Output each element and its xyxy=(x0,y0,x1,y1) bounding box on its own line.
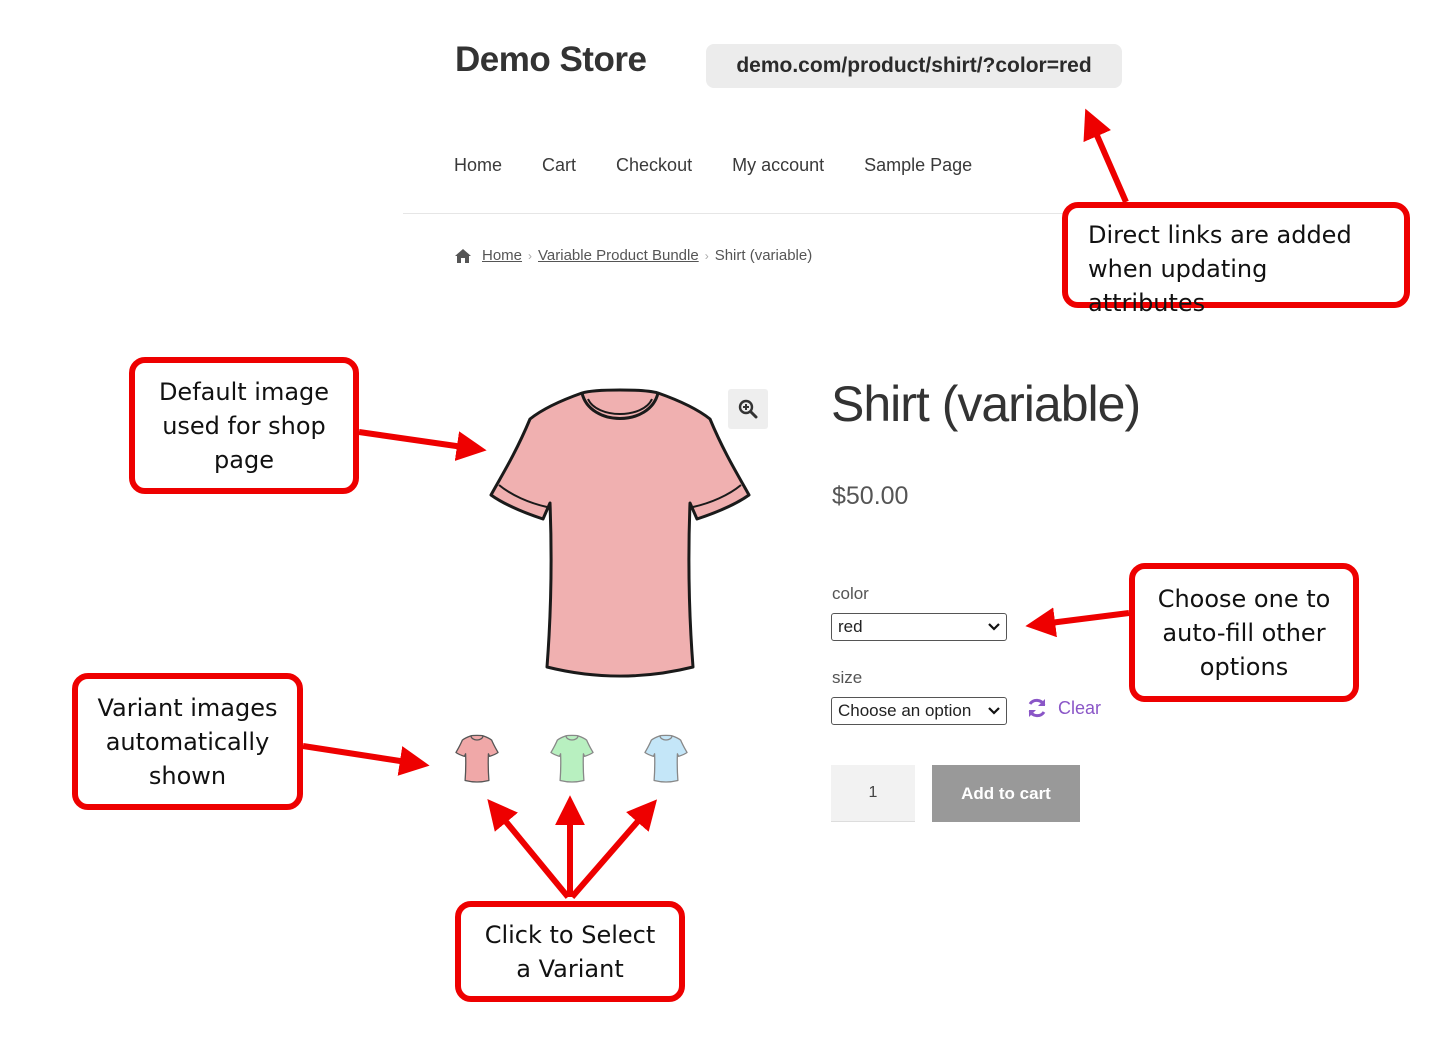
clear-label: Clear xyxy=(1058,697,1102,718)
size-label: size xyxy=(832,668,863,687)
breadcrumb-separator: › xyxy=(528,248,533,263)
callout-choose-one: Choose one to auto-fill other options xyxy=(1129,563,1359,702)
arrow-to-url xyxy=(1083,108,1129,204)
main-nav: Home Cart Checkout My account Sample Pag… xyxy=(454,155,972,176)
callout-text-line: Default image xyxy=(158,377,330,406)
callout-default-image: Default image used for shop page xyxy=(129,357,359,494)
callout-text-line: used for shop xyxy=(162,411,326,440)
arrow-to-thumb-red xyxy=(487,799,571,899)
variant-thumbnail-blue[interactable] xyxy=(644,734,688,784)
size-select[interactable]: Choose an option xyxy=(831,697,1007,725)
nav-item-cart[interactable]: Cart xyxy=(542,155,576,176)
product-title: Shirt (variable) xyxy=(831,376,1141,432)
callout-text-line: shown xyxy=(148,761,227,790)
add-to-cart-button[interactable]: Add to cart xyxy=(932,765,1080,822)
product-price: $50.00 xyxy=(832,482,909,510)
arrow-to-thumb-blue xyxy=(569,799,658,899)
callout-text-line: Click to Select xyxy=(484,920,656,949)
breadcrumb-current: Shirt (variable) xyxy=(714,247,813,264)
home-icon xyxy=(455,248,471,263)
clear-selection-link[interactable]: Clear xyxy=(1026,697,1101,719)
breadcrumb: Home › Variable Product Bundle › Shirt (… xyxy=(454,247,812,264)
site-title[interactable]: Demo Store xyxy=(455,40,647,80)
callout-text-line: auto-fill other xyxy=(1162,618,1326,647)
zoom-in-icon xyxy=(738,399,758,419)
zoom-button[interactable] xyxy=(728,389,768,429)
callout-text-line: automatically xyxy=(105,727,270,756)
breadcrumb-link-home[interactable]: Home xyxy=(482,247,522,264)
color-label: color xyxy=(832,584,869,603)
callout-text-line: Direct links are added xyxy=(1088,221,1352,249)
nav-item-my-account[interactable]: My account xyxy=(732,155,824,176)
color-select-value: red xyxy=(838,617,863,636)
callout-text-line: Variant images xyxy=(97,693,278,722)
color-select[interactable]: red xyxy=(831,613,1007,641)
chevron-down-icon xyxy=(988,707,1000,715)
quantity-input[interactable]: 1 xyxy=(831,765,915,822)
callout-direct-links: Direct links are added when updating att… xyxy=(1062,202,1410,317)
header-divider xyxy=(403,213,1103,214)
url-bar[interactable]: demo.com/product/shirt/?color=red xyxy=(706,44,1122,88)
size-select-value: Choose an option xyxy=(838,701,972,720)
variant-thumbnail-red[interactable] xyxy=(455,734,499,784)
callout-text-line: options xyxy=(1199,652,1289,681)
product-main-image[interactable] xyxy=(485,385,755,685)
nav-item-sample-page[interactable]: Sample Page xyxy=(864,155,972,176)
nav-item-checkout[interactable]: Checkout xyxy=(616,155,692,176)
chevron-down-icon xyxy=(988,623,1000,631)
callout-text-line: a Variant xyxy=(516,954,624,983)
breadcrumb-link-category[interactable]: Variable Product Bundle xyxy=(538,247,699,264)
arrow-to-main-image xyxy=(358,429,487,461)
callout-click-select: Click to Select a Variant xyxy=(455,901,685,1002)
refresh-icon xyxy=(1028,698,1046,718)
arrow-to-thumbnails xyxy=(302,743,430,776)
callout-variant-images: Variant images automatically shown xyxy=(72,673,303,810)
nav-item-home[interactable]: Home xyxy=(454,155,502,176)
breadcrumb-separator: › xyxy=(704,248,709,263)
variant-thumbnail-green[interactable] xyxy=(550,734,594,784)
callout-text-line: when updating attributes xyxy=(1088,255,1268,317)
callout-text-line: page xyxy=(214,445,274,474)
arrow-to-color-select xyxy=(1025,607,1130,638)
callout-text-line: Choose one to xyxy=(1157,584,1331,613)
